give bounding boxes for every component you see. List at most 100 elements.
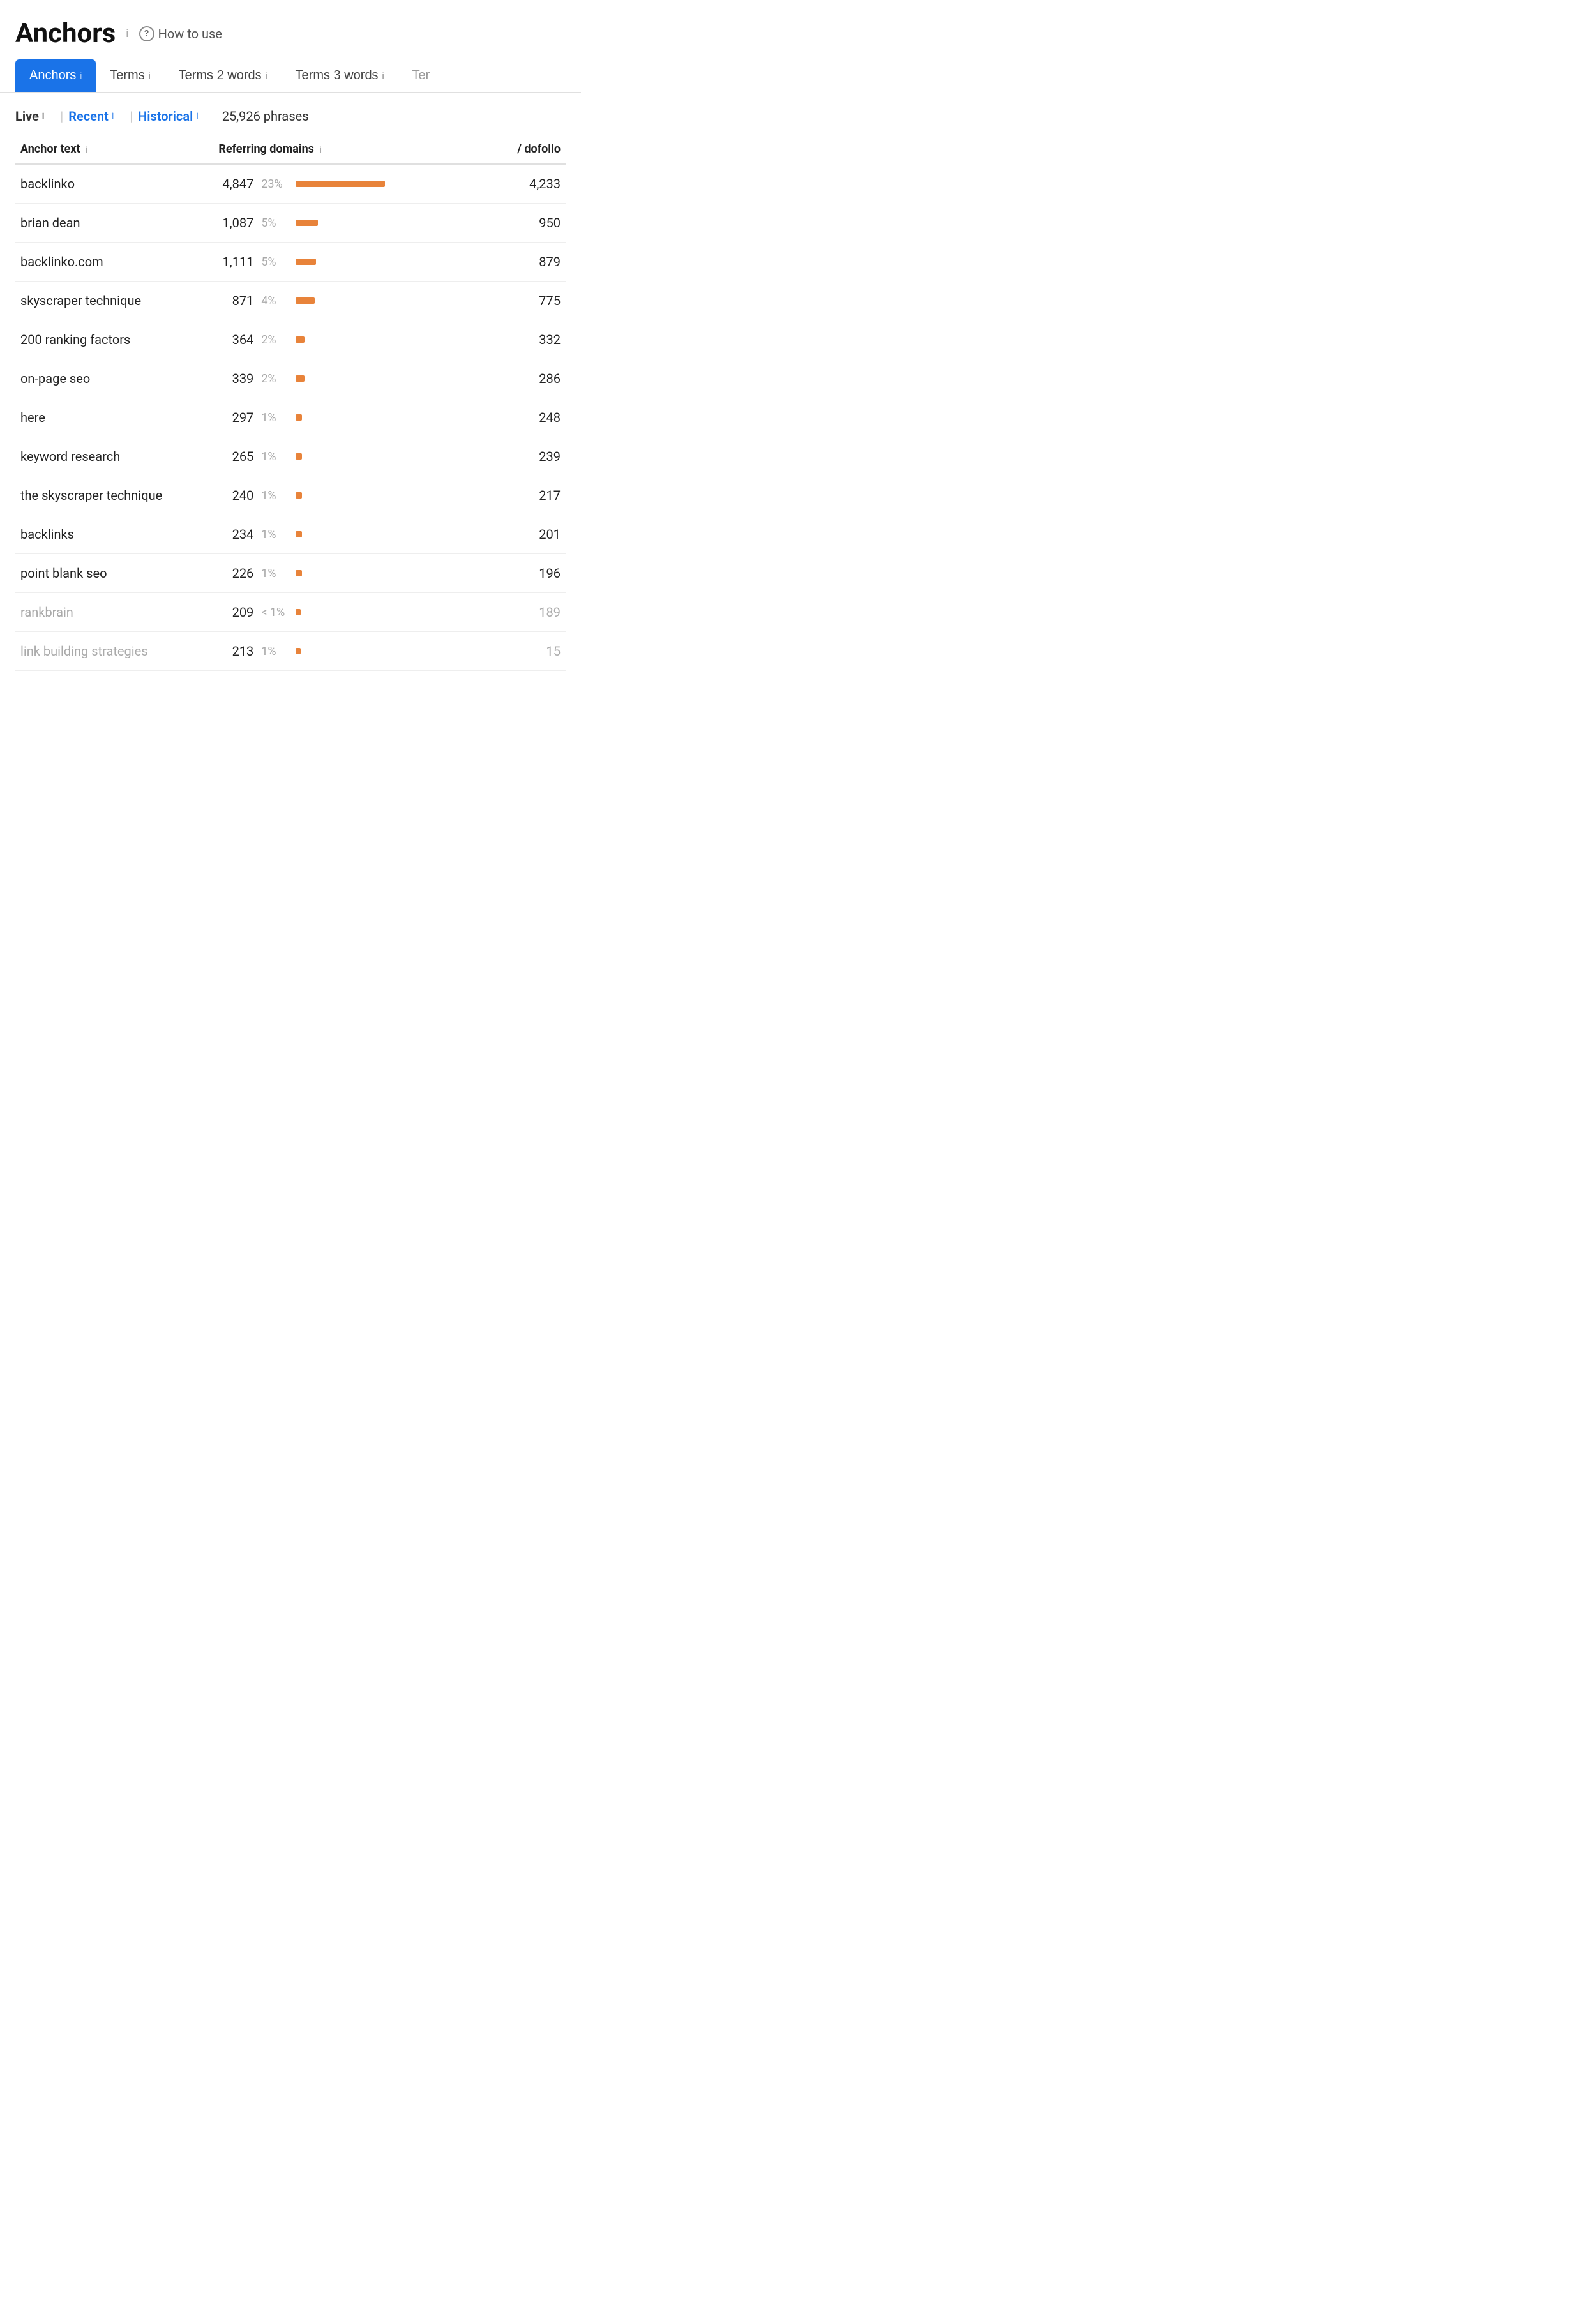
percentage-bar: [296, 220, 318, 226]
percentage-bar: [296, 259, 316, 265]
table-row[interactable]: backlinko 4,847 23% 4,233: [15, 164, 566, 204]
subnav-divider-1: |: [60, 109, 63, 124]
ref-domains-percent: 1%: [261, 411, 288, 425]
tab-terms2words-label: Terms 2 words: [179, 68, 262, 83]
table-row[interactable]: keyword research2651%239: [15, 437, 566, 476]
subnav-recent-label: Recent: [68, 109, 109, 124]
ref-domains-number: 234: [218, 527, 253, 542]
ref-domains-percent: 23%: [261, 177, 288, 191]
dofollow-cell: 201: [467, 515, 566, 554]
table-row[interactable]: 200 ranking factors3642%332: [15, 320, 566, 359]
subnav-live-info: i: [42, 112, 44, 121]
percentage-bar: [296, 414, 302, 421]
tab-terms3words[interactable]: Terms 3 words i: [282, 59, 398, 92]
table-body: backlinko 4,847 23% 4,233brian dean1,0875%9…: [15, 164, 566, 671]
referring-domains-cell: 2131%: [213, 632, 467, 671]
tab-terms3words-label: Terms 3 words: [296, 68, 379, 83]
table-row[interactable]: point blank seo2261%196: [15, 554, 566, 593]
anchors-table: Anchor text i Referring domains i / dofo…: [15, 132, 566, 671]
ref-domains-number: 339: [218, 371, 253, 386]
referring-domains-cell: 8714%: [213, 282, 467, 320]
table-header-row: Anchor text i Referring domains i / dofo…: [15, 132, 566, 164]
ref-domains-number: 1,111: [218, 254, 253, 269]
th-anchor-text-label: Anchor text: [20, 142, 80, 156]
bar-container: [296, 259, 462, 265]
percentage-bar: [296, 453, 302, 460]
table-row[interactable]: here2971%248: [15, 398, 566, 437]
table-row[interactable]: on-page seo3392%286: [15, 359, 566, 398]
referring-domains-cell: 3392%: [213, 359, 467, 398]
tab-terms2words[interactable]: Terms 2 words i: [165, 59, 282, 92]
anchor-text-cell: 200 ranking factors: [15, 320, 213, 359]
subnav-live[interactable]: Live i: [15, 109, 55, 124]
table-row[interactable]: backlinko.com1,1115%879: [15, 243, 566, 282]
table-row[interactable]: backlinks2341%201: [15, 515, 566, 554]
tab-ter-label: Ter: [412, 68, 430, 83]
dofollow-cell: 879: [467, 243, 566, 282]
referring-domains-cell: 265 1%: [213, 437, 467, 476]
dofollow-cell: 4,233: [467, 164, 566, 204]
anchor-text-cell: skyscraper technique: [15, 282, 213, 320]
th-referring-domains-label: Referring domains: [218, 142, 314, 156]
referring-domains-cell: 3642%: [213, 320, 467, 359]
tab-terms-label: Terms: [110, 68, 144, 83]
tab-anchors-label: Anchors: [29, 68, 76, 83]
table-row[interactable]: skyscraper technique8714%775: [15, 282, 566, 320]
ref-domains-percent: 2%: [261, 333, 288, 347]
tabs-bar: Anchors i Terms i Terms 2 words i Terms …: [0, 59, 581, 93]
dofollow-cell: 217: [467, 476, 566, 515]
bar-container: [296, 492, 462, 499]
th-anchor-text-info: i: [86, 146, 87, 155]
table-row[interactable]: rankbrain209< 1%189: [15, 593, 566, 632]
referring-domains-cell: 2261%: [213, 554, 467, 593]
ref-domains-percent: 1%: [261, 645, 288, 658]
dofollow-cell: 196: [467, 554, 566, 593]
table-row[interactable]: brian dean1,0875%950: [15, 204, 566, 243]
ref-domains-number: 226: [218, 566, 253, 581]
th-dofollow: / dofollo: [467, 132, 566, 164]
anchor-text-cell: backlinko: [15, 164, 213, 204]
dofollow-cell: 189: [467, 593, 566, 632]
dofollow-cell: 332: [467, 320, 566, 359]
percentage-bar: [296, 181, 385, 187]
page-title: Anchors: [15, 18, 116, 49]
subnav-recent[interactable]: Recent i: [68, 109, 124, 124]
subnav-historical-label: Historical: [138, 109, 193, 124]
referring-domains-cell: 4,847 23%: [213, 164, 467, 204]
percentage-bar: [296, 570, 302, 576]
anchor-text-cell: brian dean: [15, 204, 213, 243]
tab-terms[interactable]: Terms i: [96, 59, 164, 92]
bar-container: [296, 531, 462, 537]
bar-container: [296, 609, 462, 615]
bar-container: [296, 220, 462, 226]
th-referring-domains: Referring domains i: [213, 132, 467, 164]
th-anchor-text: Anchor text i: [15, 132, 213, 164]
tab-anchors[interactable]: Anchors i: [15, 59, 96, 92]
percentage-bar: [296, 609, 301, 615]
ref-domains-percent: 1%: [261, 528, 288, 541]
anchor-text-cell: point blank seo: [15, 554, 213, 593]
table-row[interactable]: link building strategies2131%15: [15, 632, 566, 671]
subnav-historical[interactable]: Historical i: [138, 109, 209, 124]
table-wrapper: Anchor text i Referring domains i / dofo…: [0, 132, 581, 671]
anchor-text-cell: the skyscraper technique: [15, 476, 213, 515]
bar-container: [296, 414, 462, 421]
bar-container: [296, 336, 462, 343]
subnav-divider-2: |: [130, 109, 133, 124]
phrases-count: 25,926 phrases: [222, 109, 309, 124]
ref-domains-percent: 4%: [261, 294, 288, 308]
referring-domains-cell: 2401%: [213, 476, 467, 515]
title-info-icon[interactable]: i: [126, 27, 128, 40]
referring-domains-cell: 2971%: [213, 398, 467, 437]
dofollow-cell: 248: [467, 398, 566, 437]
ref-domains-number: 265: [218, 449, 253, 464]
dofollow-cell: 950: [467, 204, 566, 243]
dofollow-cell: 15: [467, 632, 566, 671]
th-referring-domains-info: i: [319, 146, 321, 155]
ref-domains-number: 4,847: [218, 176, 253, 192]
tab-ter-partial[interactable]: Ter: [398, 59, 442, 92]
how-to-use-link[interactable]: ? How to use: [139, 26, 222, 41]
table-row[interactable]: the skyscraper technique2401%217: [15, 476, 566, 515]
ref-domains-percent: 1%: [261, 450, 288, 463]
bar-container: [296, 453, 462, 460]
